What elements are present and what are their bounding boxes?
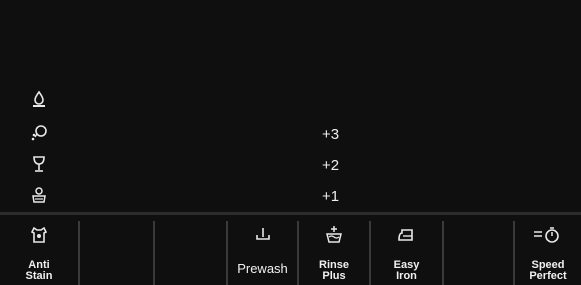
anti-stain-icon xyxy=(29,225,49,245)
wash-tub-icon xyxy=(30,186,48,204)
spin-dots-icon xyxy=(30,124,48,142)
easy-iron-label: Easy Iron xyxy=(393,259,420,282)
rinse-plus-button[interactable]: Rinse Plus xyxy=(299,215,369,285)
speed-perfect-label: Speed Perfect xyxy=(529,259,567,282)
level-plus-1: +1 xyxy=(322,188,340,205)
speed-perfect-button[interactable]: Speed Perfect xyxy=(515,215,581,285)
prewash-button[interactable]: Prewash xyxy=(228,215,297,285)
anti-stain-button[interactable]: Anti Stain xyxy=(0,215,78,285)
blank-button-1[interactable] xyxy=(80,215,153,285)
blank-button-2[interactable] xyxy=(155,215,226,285)
anti-stain-label: Anti Stain xyxy=(25,259,53,282)
easy-iron-button[interactable]: Easy Iron xyxy=(371,215,442,285)
blank-button-3[interactable] xyxy=(444,215,513,285)
water-drop-icon xyxy=(30,90,48,108)
level-plus-2: +2 xyxy=(322,157,340,174)
washer-control-panel: +3 +2 +1 Anti Stain Prewash Rinse Plus E… xyxy=(0,0,581,285)
speed-perfect-icon xyxy=(533,225,563,245)
wine-glass-icon xyxy=(30,155,48,173)
level-plus-3: +3 xyxy=(322,126,340,143)
option-button-row: Anti Stain Prewash Rinse Plus Easy Iron xyxy=(0,215,581,285)
rinse-plus-label: Rinse Plus xyxy=(319,259,349,282)
iron-icon xyxy=(397,225,417,245)
prewash-label: Prewash xyxy=(237,261,288,276)
rinse-plus-icon xyxy=(324,225,344,245)
prewash-icon xyxy=(253,225,273,245)
